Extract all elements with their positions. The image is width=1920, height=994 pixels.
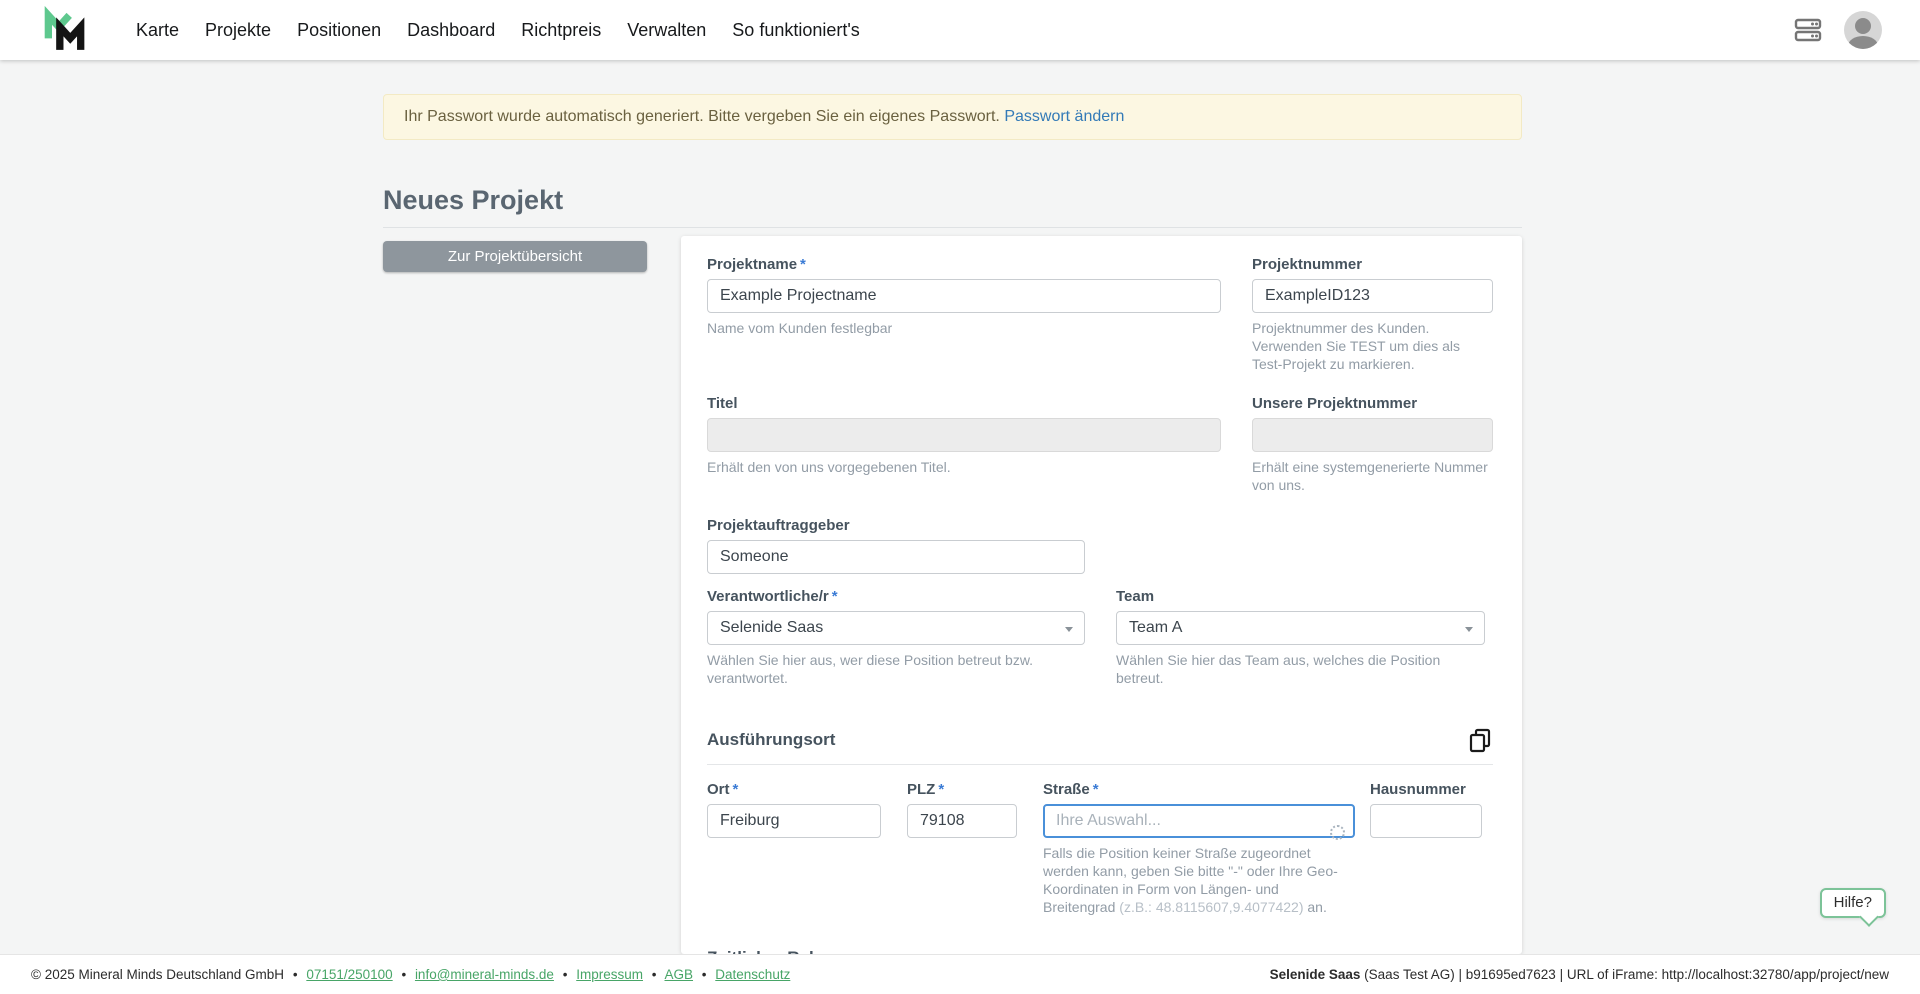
strasse-label: Straße*: [1043, 781, 1355, 798]
copyright-text: © 2025 Mineral Minds Deutschland GmbH: [31, 967, 284, 982]
projektnummer-input[interactable]: [1252, 279, 1493, 313]
footer-left: © 2025 Mineral Minds Deutschland GmbH • …: [31, 967, 790, 982]
strasse-help: Falls die Position keiner Straße zugeord…: [1043, 844, 1355, 916]
loading-spinner-icon: [1330, 825, 1345, 840]
verantwortliche-selected-value: Selenide Saas: [720, 619, 823, 637]
projektnummer-field: Projektnummer Projektnummer des Kunden. …: [1252, 256, 1493, 373]
projektnummer-label: Projektnummer: [1252, 256, 1493, 273]
nav-item-karte[interactable]: Karte: [136, 20, 179, 41]
server-icon-glyph: [1792, 14, 1824, 46]
team-label: Team: [1116, 588, 1485, 605]
help-bubble-button[interactable]: Hilfe?: [1820, 888, 1886, 918]
required-marker: *: [1093, 781, 1099, 798]
copy-address-button[interactable]: [1467, 727, 1493, 756]
avatar: [1844, 11, 1882, 49]
projektname-help: Name vom Kunden festlegbar: [707, 319, 1221, 337]
strasse-input[interactable]: [1043, 804, 1355, 838]
page-body: Ihr Passwort wurde automatisch generiert…: [0, 60, 1920, 954]
user-avatar-icon[interactable]: [1844, 11, 1882, 49]
nav-item-verwalten[interactable]: Verwalten: [627, 20, 706, 41]
projektnummer-help: Projektnummer des Kunden. Verwenden Sie …: [1252, 319, 1493, 373]
titel-field: Titel Erhält den von uns vorgegebenen Ti…: [707, 395, 1221, 494]
footer-session-info: Selenide Saas (Saas Test AG) | b91695ed7…: [1270, 967, 1889, 982]
chevron-down-icon: [1465, 627, 1473, 632]
unsere-projektnummer-label: Unsere Projektnummer: [1252, 395, 1493, 412]
titel-help: Erhält den von uns vorgegebenen Titel.: [707, 458, 1221, 476]
nav-item-so-funktionierts[interactable]: So funktioniert's: [732, 20, 860, 41]
section-divider: [707, 764, 1493, 765]
projektauftraggeber-field: Projektauftraggeber: [707, 517, 1493, 574]
plz-label: PLZ*: [907, 781, 1017, 798]
footer-link-datenschutz[interactable]: Datenschutz: [715, 967, 790, 982]
hausnummer-field: Hausnummer: [1370, 781, 1482, 916]
hausnummer-label: Hausnummer: [1370, 781, 1482, 798]
projektname-input[interactable]: [707, 279, 1221, 313]
title-divider: [383, 227, 1522, 228]
banner-message: Ihr Passwort wurde automatisch generiert…: [404, 108, 1000, 125]
section-title-ausfuehrungsort: Ausführungsort: [707, 727, 835, 750]
server-icon[interactable]: [1792, 14, 1824, 46]
section-title-zeitlicher-rahmen: Zeitlicher Rahmen: [707, 945, 854, 954]
ort-input[interactable]: [707, 804, 881, 838]
nav-item-dashboard[interactable]: Dashboard: [407, 20, 495, 41]
required-marker: *: [733, 781, 739, 798]
strasse-field: Straße* Falls die Position keiner Straße…: [1043, 781, 1355, 916]
team-selected-value: Team A: [1129, 619, 1182, 637]
titel-label: Titel: [707, 395, 1221, 412]
new-project-form-card: Projektname* Name vom Kunden festlegbar …: [681, 236, 1522, 954]
top-navbar: Karte Projekte Positionen Dashboard Rich…: [0, 0, 1920, 60]
projektauftraggeber-label: Projektauftraggeber: [707, 517, 1493, 534]
chevron-down-icon: [1065, 627, 1073, 632]
nav-item-projekte[interactable]: Projekte: [205, 20, 271, 41]
footer: © 2025 Mineral Minds Deutschland GmbH • …: [0, 954, 1920, 994]
logo-icon: [40, 6, 88, 54]
unsere-projektnummer-field: Unsere Projektnummer Erhält eine systemg…: [1252, 395, 1493, 494]
footer-link-email[interactable]: info@mineral-minds.de: [415, 967, 554, 982]
hausnummer-input[interactable]: [1370, 804, 1482, 838]
verantwortliche-label: Verantwortliche/r*: [707, 588, 1085, 605]
nav-item-positionen[interactable]: Positionen: [297, 20, 381, 41]
unsere-projektnummer-help: Erhält eine systemgenerierte Nummer von …: [1252, 458, 1493, 494]
verantwortliche-help: Wählen Sie hier aus, wer diese Position …: [707, 651, 1085, 687]
projektname-field: Projektname* Name vom Kunden festlegbar: [707, 256, 1221, 373]
required-marker: *: [938, 781, 944, 798]
plz-input[interactable]: [907, 804, 1017, 838]
projektauftraggeber-input[interactable]: [707, 540, 1085, 574]
ort-label: Ort*: [707, 781, 881, 798]
mineral-minds-logo[interactable]: [40, 6, 88, 54]
nav-item-richtpreis[interactable]: Richtpreis: [521, 20, 601, 41]
change-password-link[interactable]: Passwort ändern: [1004, 108, 1124, 125]
footer-link-agb[interactable]: AGB: [665, 967, 694, 982]
team-select[interactable]: Team A: [1116, 611, 1485, 645]
verantwortliche-select[interactable]: Selenide Saas: [707, 611, 1085, 645]
plz-field: PLZ*: [907, 781, 1017, 916]
team-field: Team Team A Wählen Sie hier das Team aus…: [1116, 588, 1485, 687]
footer-user-name: Selenide Saas: [1270, 967, 1361, 982]
footer-user-details: (Saas Test AG) | b91695ed7623 | URL of i…: [1360, 967, 1889, 982]
verantwortliche-field: Verantwortliche/r* Selenide Saas Wählen …: [707, 588, 1085, 687]
unsere-projektnummer-input: [1252, 418, 1493, 452]
required-marker: *: [800, 256, 806, 273]
footer-link-phone[interactable]: 07151/250100: [306, 967, 392, 982]
ort-field: Ort*: [707, 781, 881, 916]
footer-link-impressum[interactable]: Impressum: [576, 967, 643, 982]
back-to-project-overview-button[interactable]: Zur Projektübersicht: [383, 241, 647, 272]
page-title: Neues Projekt: [383, 185, 1522, 216]
copy-icon: [1467, 727, 1493, 753]
team-help: Wählen Sie hier das Team aus, welches di…: [1116, 651, 1485, 687]
password-warning-banner: Ihr Passwort wurde automatisch generiert…: [383, 94, 1522, 140]
required-marker: *: [832, 588, 838, 605]
projektname-label: Projektname*: [707, 256, 1221, 273]
main-nav: Karte Projekte Positionen Dashboard Rich…: [136, 20, 860, 41]
titel-input: [707, 418, 1221, 452]
